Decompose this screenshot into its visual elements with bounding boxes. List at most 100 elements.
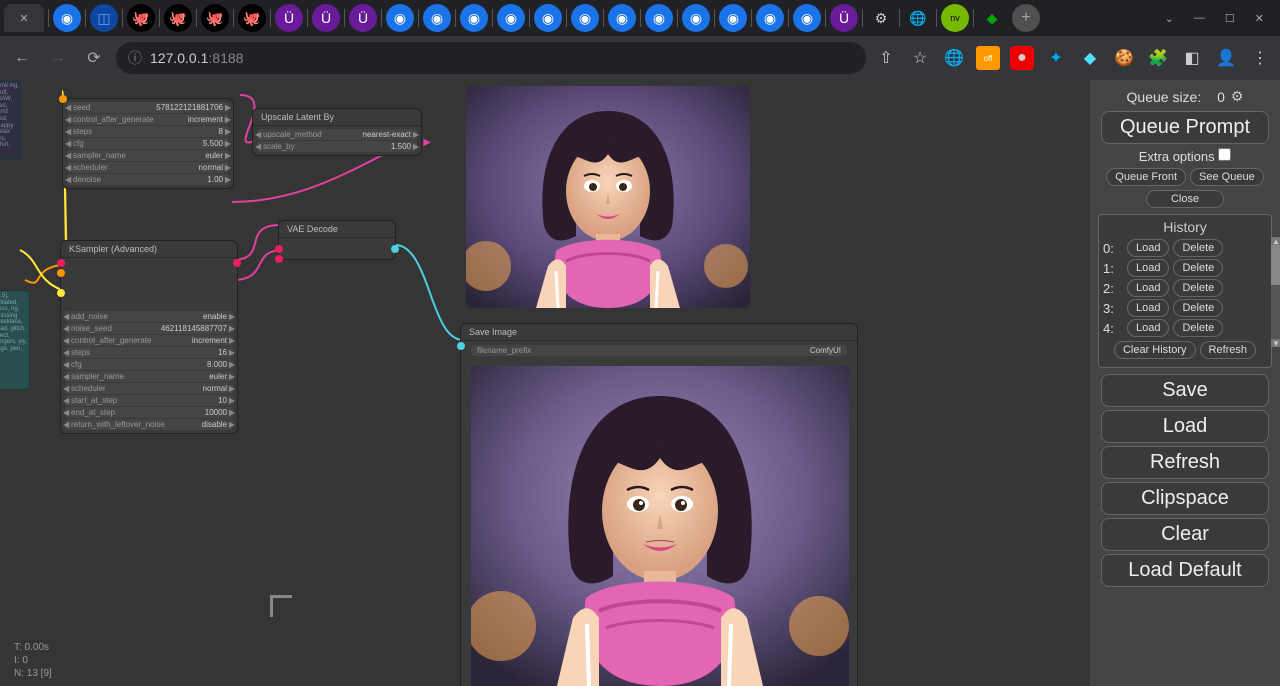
- save-image-node[interactable]: Save Image filename_prefix ComfyUI: [460, 323, 858, 686]
- node-param-row[interactable]: ◀start_at_step10▶: [65, 395, 233, 406]
- resize-handle[interactable]: [270, 595, 292, 617]
- reload-button[interactable]: ⟳: [80, 44, 108, 72]
- active-tab-close[interactable]: ✕: [4, 4, 44, 32]
- extensions-icon[interactable]: 🧩: [1146, 46, 1170, 70]
- nvidia-icon[interactable]: nv: [941, 4, 969, 32]
- history-delete-button[interactable]: Delete: [1173, 319, 1223, 337]
- menu-icon[interactable]: ⋮: [1248, 46, 1272, 70]
- chevron-down-icon[interactable]: ⌄: [1165, 12, 1174, 25]
- node-param-row[interactable]: ◀cfg8.000▶: [65, 359, 233, 370]
- github-icon[interactable]: 🐙: [201, 4, 229, 32]
- address-bar[interactable]: ⓘ 127.0.0.1:8188: [116, 42, 866, 74]
- ext-icon[interactable]: 🍪: [1112, 46, 1136, 70]
- vae-decode-node[interactable]: VAE Decode: [278, 220, 396, 260]
- tab-icon[interactable]: Ü: [312, 4, 340, 32]
- github-icon[interactable]: 🐙: [127, 4, 155, 32]
- node-param-row[interactable]: ◀steps16▶: [65, 347, 233, 358]
- bookmark-icon[interactable]: ☆: [908, 46, 932, 70]
- tab-icon[interactable]: ◉: [756, 4, 784, 32]
- queue-front-button[interactable]: Queue Front: [1106, 168, 1186, 186]
- clear-button[interactable]: Clear: [1101, 518, 1269, 551]
- github-icon[interactable]: 🐙: [164, 4, 192, 32]
- node-param-row[interactable]: ◀scale_by1.500▶: [257, 141, 417, 152]
- ksampler-advanced-node[interactable]: KSampler (Advanced) ◀add_noiseenable▶◀no…: [60, 240, 238, 434]
- history-delete-button[interactable]: Delete: [1173, 299, 1223, 317]
- history-delete-button[interactable]: Delete: [1173, 239, 1223, 257]
- ksampler-node[interactable]: ◀seed578122121881706▶◀control_after_gene…: [62, 98, 234, 189]
- minimize-button[interactable]: —: [1194, 12, 1205, 25]
- history-load-button[interactable]: Load: [1127, 319, 1169, 337]
- node-param-row[interactable]: ◀denoise1.00▶: [67, 174, 229, 185]
- forward-button[interactable]: →: [44, 44, 72, 72]
- node-param-row[interactable]: ◀seed578122121881706▶: [67, 102, 229, 113]
- node-param-row[interactable]: ◀schedulernormal▶: [67, 162, 229, 173]
- node-param-row[interactable]: ◀sampler_nameeuler▶: [67, 150, 229, 161]
- clear-history-button[interactable]: Clear History: [1114, 341, 1196, 359]
- node-param-row[interactable]: ◀schedulernormal▶: [65, 383, 233, 394]
- ext-icon[interactable]: 🌐: [942, 46, 966, 70]
- settings-icon[interactable]: ⚙: [867, 4, 895, 32]
- ext-icon[interactable]: off: [976, 46, 1000, 70]
- load-default-button[interactable]: Load Default: [1101, 554, 1269, 587]
- globe-icon[interactable]: 🌐: [904, 4, 932, 32]
- preview-image-node[interactable]: [466, 86, 750, 308]
- queue-prompt-button[interactable]: Queue Prompt: [1101, 111, 1269, 144]
- tab-icon[interactable]: ◉: [423, 4, 451, 32]
- refresh-button[interactable]: Refresh: [1101, 446, 1269, 479]
- history-load-button[interactable]: Load: [1127, 239, 1169, 257]
- filename-prefix-value[interactable]: ComfyUI: [810, 346, 841, 355]
- tab-icon[interactable]: Ü: [830, 4, 858, 32]
- node-param-row[interactable]: ◀end_at_step10000▶: [65, 407, 233, 418]
- node-param-row[interactable]: ◀cfg5.500▶: [67, 138, 229, 149]
- history-load-button[interactable]: Load: [1127, 299, 1169, 317]
- history-delete-button[interactable]: Delete: [1173, 279, 1223, 297]
- tab-icon[interactable]: ◫: [90, 4, 118, 32]
- tab-icon[interactable]: ◉: [460, 4, 488, 32]
- gear-icon[interactable]: ⚙: [1231, 88, 1244, 105]
- prompt-node-partial[interactable]: 0.5], ntilated, less, ng, missing neckla…: [0, 290, 30, 390]
- close-button[interactable]: Close: [1146, 190, 1224, 208]
- ext-icon[interactable]: ✦: [1044, 46, 1068, 70]
- tab-icon[interactable]: ◉: [571, 4, 599, 32]
- node-param-row[interactable]: ◀steps8▶: [67, 126, 229, 137]
- site-info-icon[interactable]: ⓘ: [128, 48, 142, 68]
- tab-icon[interactable]: ◉: [497, 4, 525, 32]
- upscale-latent-node[interactable]: Upscale Latent By ◀upscale_methodnearest…: [252, 108, 422, 156]
- back-button[interactable]: ←: [8, 44, 36, 72]
- node-param-row[interactable]: ◀control_after_generateincrement▶: [65, 335, 233, 346]
- refresh-history-button[interactable]: Refresh: [1200, 341, 1257, 359]
- tab-icon[interactable]: ◉: [719, 4, 747, 32]
- node-param-row[interactable]: ◀sampler_nameeuler▶: [65, 371, 233, 382]
- extra-options-checkbox[interactable]: [1218, 148, 1231, 161]
- load-button[interactable]: Load: [1101, 410, 1269, 443]
- tab-icon[interactable]: ◉: [645, 4, 673, 32]
- profile-icon[interactable]: 👤: [1214, 46, 1238, 70]
- ext-icon[interactable]: ◆: [1078, 46, 1102, 70]
- prompt-node-partial[interactable]: smil ing, soft, RAW, red, urrd red, happ…: [0, 80, 22, 160]
- node-param-row[interactable]: ◀control_after_generateincrement▶: [67, 114, 229, 125]
- close-window-button[interactable]: ✕: [1255, 12, 1264, 25]
- tab-icon[interactable]: ◆: [978, 4, 1006, 32]
- tab-icon[interactable]: ◉: [386, 4, 414, 32]
- maximize-button[interactable]: ☐: [1225, 12, 1235, 25]
- node-param-row[interactable]: ◀upscale_methodnearest-exact▶: [257, 129, 417, 140]
- tab-icon[interactable]: ◉: [608, 4, 636, 32]
- tab-icon[interactable]: Ü: [275, 4, 303, 32]
- github-icon[interactable]: 🐙: [238, 4, 266, 32]
- ext-icon[interactable]: ●: [1010, 46, 1034, 70]
- tab-icon[interactable]: ◉: [534, 4, 562, 32]
- tab-icon[interactable]: ◉: [682, 4, 710, 32]
- see-queue-button[interactable]: See Queue: [1190, 168, 1264, 186]
- tab-icon[interactable]: ◉: [53, 4, 81, 32]
- history-load-button[interactable]: Load: [1127, 279, 1169, 297]
- node-param-row[interactable]: ◀noise_seed462118145887707▶: [65, 323, 233, 334]
- history-scrollbar[interactable]: ▲ ▼: [1271, 237, 1280, 347]
- node-param-row[interactable]: ◀add_noiseenable▶: [65, 311, 233, 322]
- new-tab-button[interactable]: +: [1012, 4, 1040, 32]
- history-delete-button[interactable]: Delete: [1173, 259, 1223, 277]
- node-param-row[interactable]: ◀return_with_leftover_noisedisable▶: [65, 419, 233, 430]
- clipspace-button[interactable]: Clipspace: [1101, 482, 1269, 515]
- side-panel-icon[interactable]: ◧: [1180, 46, 1204, 70]
- node-graph-canvas[interactable]: smil ing, soft, RAW, red, urrd red, happ…: [0, 80, 1090, 686]
- tab-icon[interactable]: ◉: [793, 4, 821, 32]
